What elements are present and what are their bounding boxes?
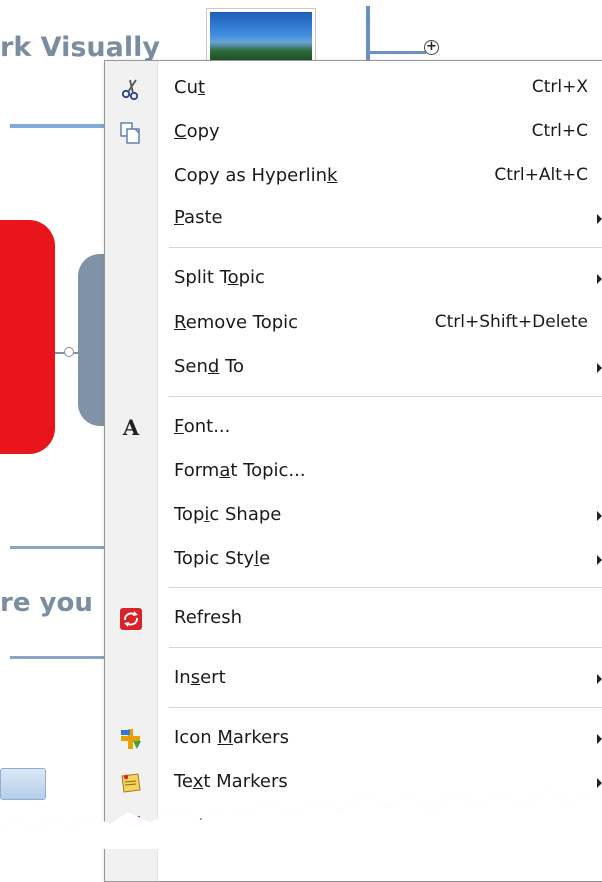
menu-item-format-topic[interactable]: Format Topic... (105, 452, 602, 492)
menu-item-label: Font... (174, 416, 231, 437)
menu-item-cut[interactable]: Cut Ctrl+X (105, 69, 602, 109)
canvas-heading: rk Visually (0, 32, 160, 63)
divider-line (10, 656, 110, 659)
menu-item-label: Topic Style (174, 548, 271, 569)
menu-item-font[interactable]: A Font... (105, 408, 602, 448)
connector-line-vertical (366, 6, 370, 64)
menu-item-refresh[interactable]: Refresh (105, 599, 602, 639)
topic-connector-node (64, 347, 74, 357)
menu-item-copy-as-hyperlink[interactable]: Copy as Hyperlink Ctrl+Alt+C (105, 157, 602, 197)
menu-item-paste[interactable]: Paste (105, 199, 602, 239)
divider-line (10, 124, 110, 128)
menu-item-label: Send To (174, 356, 245, 377)
menu-separator (169, 587, 602, 589)
submenu-arrow-icon (597, 674, 602, 684)
menu-separator (169, 396, 602, 398)
menu-item-label: Refresh (174, 607, 242, 628)
landscape-image (210, 12, 312, 62)
menu-item-shortcut: Ctrl+Shift+Delete (434, 312, 588, 332)
menu-item-shortcut: Ctrl+C (531, 121, 588, 141)
menu-item-insert[interactable]: Insert (105, 659, 602, 699)
menu-item-label: Icon Markers (174, 727, 289, 748)
icon-markers-icon (119, 727, 143, 751)
menu-item-label: Insert (174, 667, 226, 688)
menu-item-topic-style[interactable]: Topic Style (105, 540, 602, 580)
canvas-footer-text: re you (0, 588, 93, 618)
submenu-arrow-icon (597, 363, 602, 373)
menu-item-label: Paste (174, 207, 223, 228)
submenu-arrow-icon (597, 511, 602, 521)
menu-item-shortcut: Ctrl+X (531, 77, 588, 97)
menu-item-label: Copy (174, 121, 220, 142)
torn-edge (0, 790, 602, 849)
menu-item-remove-topic[interactable]: Remove Topic Ctrl+Shift+Delete (105, 304, 602, 344)
font-icon: A (122, 415, 140, 440)
menu-separator (169, 707, 602, 709)
submenu-arrow-icon (597, 555, 602, 565)
context-menu: Cut Ctrl+X Copy Ctrl+C Copy as Hyperlink… (104, 60, 602, 882)
menu-item-label: Copy as Hyperlink (174, 165, 338, 186)
menu-item-label: Cut (174, 77, 206, 98)
scissors-icon (119, 77, 143, 101)
menu-item-shortcut: Ctrl+Alt+C (494, 165, 588, 185)
menu-item-label: Split Topic (174, 267, 265, 288)
submenu-arrow-icon (597, 274, 602, 284)
menu-item-label: Format Topic... (174, 460, 306, 481)
submenu-arrow-icon (597, 734, 602, 744)
refresh-icon (119, 607, 143, 631)
menu-item-label: Topic Shape (174, 504, 282, 525)
menu-item-topic-shape[interactable]: Topic Shape (105, 496, 602, 536)
menu-item-split-topic[interactable]: Split Topic (105, 259, 602, 299)
menu-item-copy[interactable]: Copy Ctrl+C (105, 113, 602, 153)
copy-icon (119, 121, 143, 145)
image-thumbnail[interactable] (206, 8, 316, 66)
menu-item-icon-markers[interactable]: Icon Markers (105, 719, 602, 759)
menu-separator (169, 247, 602, 249)
connector-line-horizontal (368, 51, 426, 54)
expand-topic-button[interactable]: + (424, 40, 439, 55)
topic-red[interactable] (0, 220, 55, 454)
menu-item-label: Remove Topic (174, 312, 299, 333)
submenu-arrow-icon (597, 214, 602, 224)
divider-line (10, 546, 110, 549)
menu-separator (169, 647, 602, 649)
menu-item-send-to[interactable]: Send To (105, 348, 602, 388)
